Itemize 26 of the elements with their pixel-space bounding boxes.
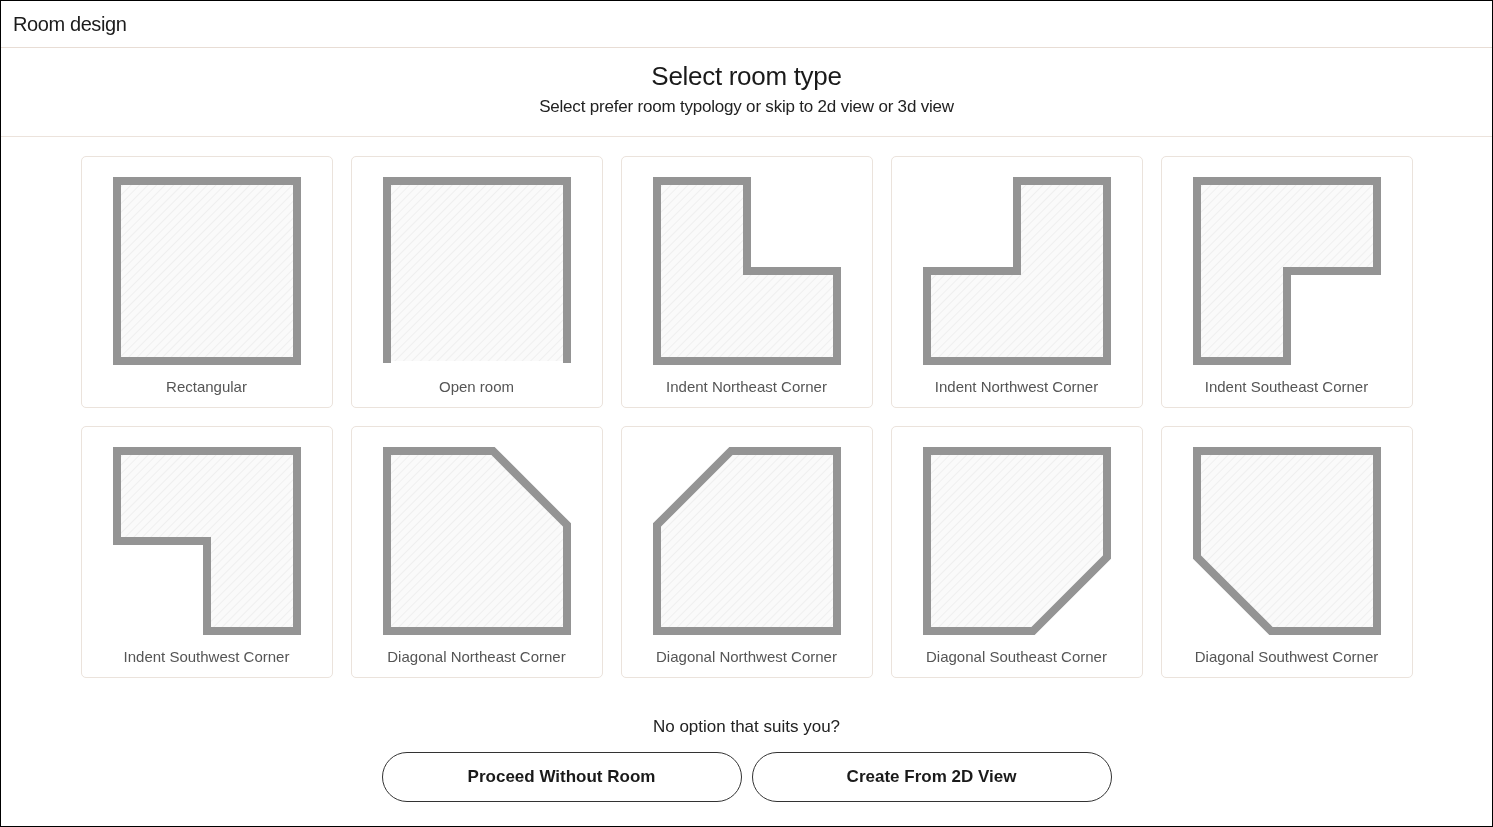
floor-plan-icon: [112, 177, 301, 365]
floor-plan-icon: [112, 447, 301, 635]
floor-plan-icon: [382, 177, 571, 365]
room-type-card[interactable]: Diagonal Southeast Corner: [890, 426, 1143, 678]
room-type-card[interactable]: Open room: [350, 156, 603, 408]
room-type-card[interactable]: Indent Northwest Corner: [890, 156, 1143, 408]
floor-plan-icon: [382, 447, 571, 635]
floor-plan-icon: [922, 177, 1111, 365]
action-button[interactable]: Create From 2D View: [751, 752, 1112, 802]
floor-plan-icon: [1192, 177, 1381, 365]
room-type-card[interactable]: Rectangular: [80, 156, 333, 408]
header-title: Room design: [13, 12, 127, 36]
room-type-card[interactable]: Diagonal Northwest Corner: [620, 426, 873, 678]
room-type-card[interactable]: Diagonal Northeast Corner: [350, 426, 603, 678]
floor-plan-icon: [922, 447, 1111, 635]
room-type-card[interactable]: Indent Southeast Corner: [1160, 156, 1413, 408]
floor-plan-icon: [652, 177, 841, 365]
prompt-text: No option that suits you?: [652, 716, 841, 738]
section-heading: Select room type: [651, 61, 842, 91]
floor-plan-icon: [652, 447, 841, 635]
room-type-card[interactable]: Indent Northeast Corner: [620, 156, 873, 408]
room-type-card[interactable]: Indent Southwest Corner: [80, 426, 333, 678]
section-subtitle: Select prefer room typology or skip to 2d view or 3d view: [539, 96, 954, 118]
room-type-card[interactable]: Diagonal Southwest Corner: [1160, 426, 1413, 678]
action-button[interactable]: Proceed Without Room: [381, 752, 742, 802]
floor-plan-icon: [1192, 447, 1381, 635]
